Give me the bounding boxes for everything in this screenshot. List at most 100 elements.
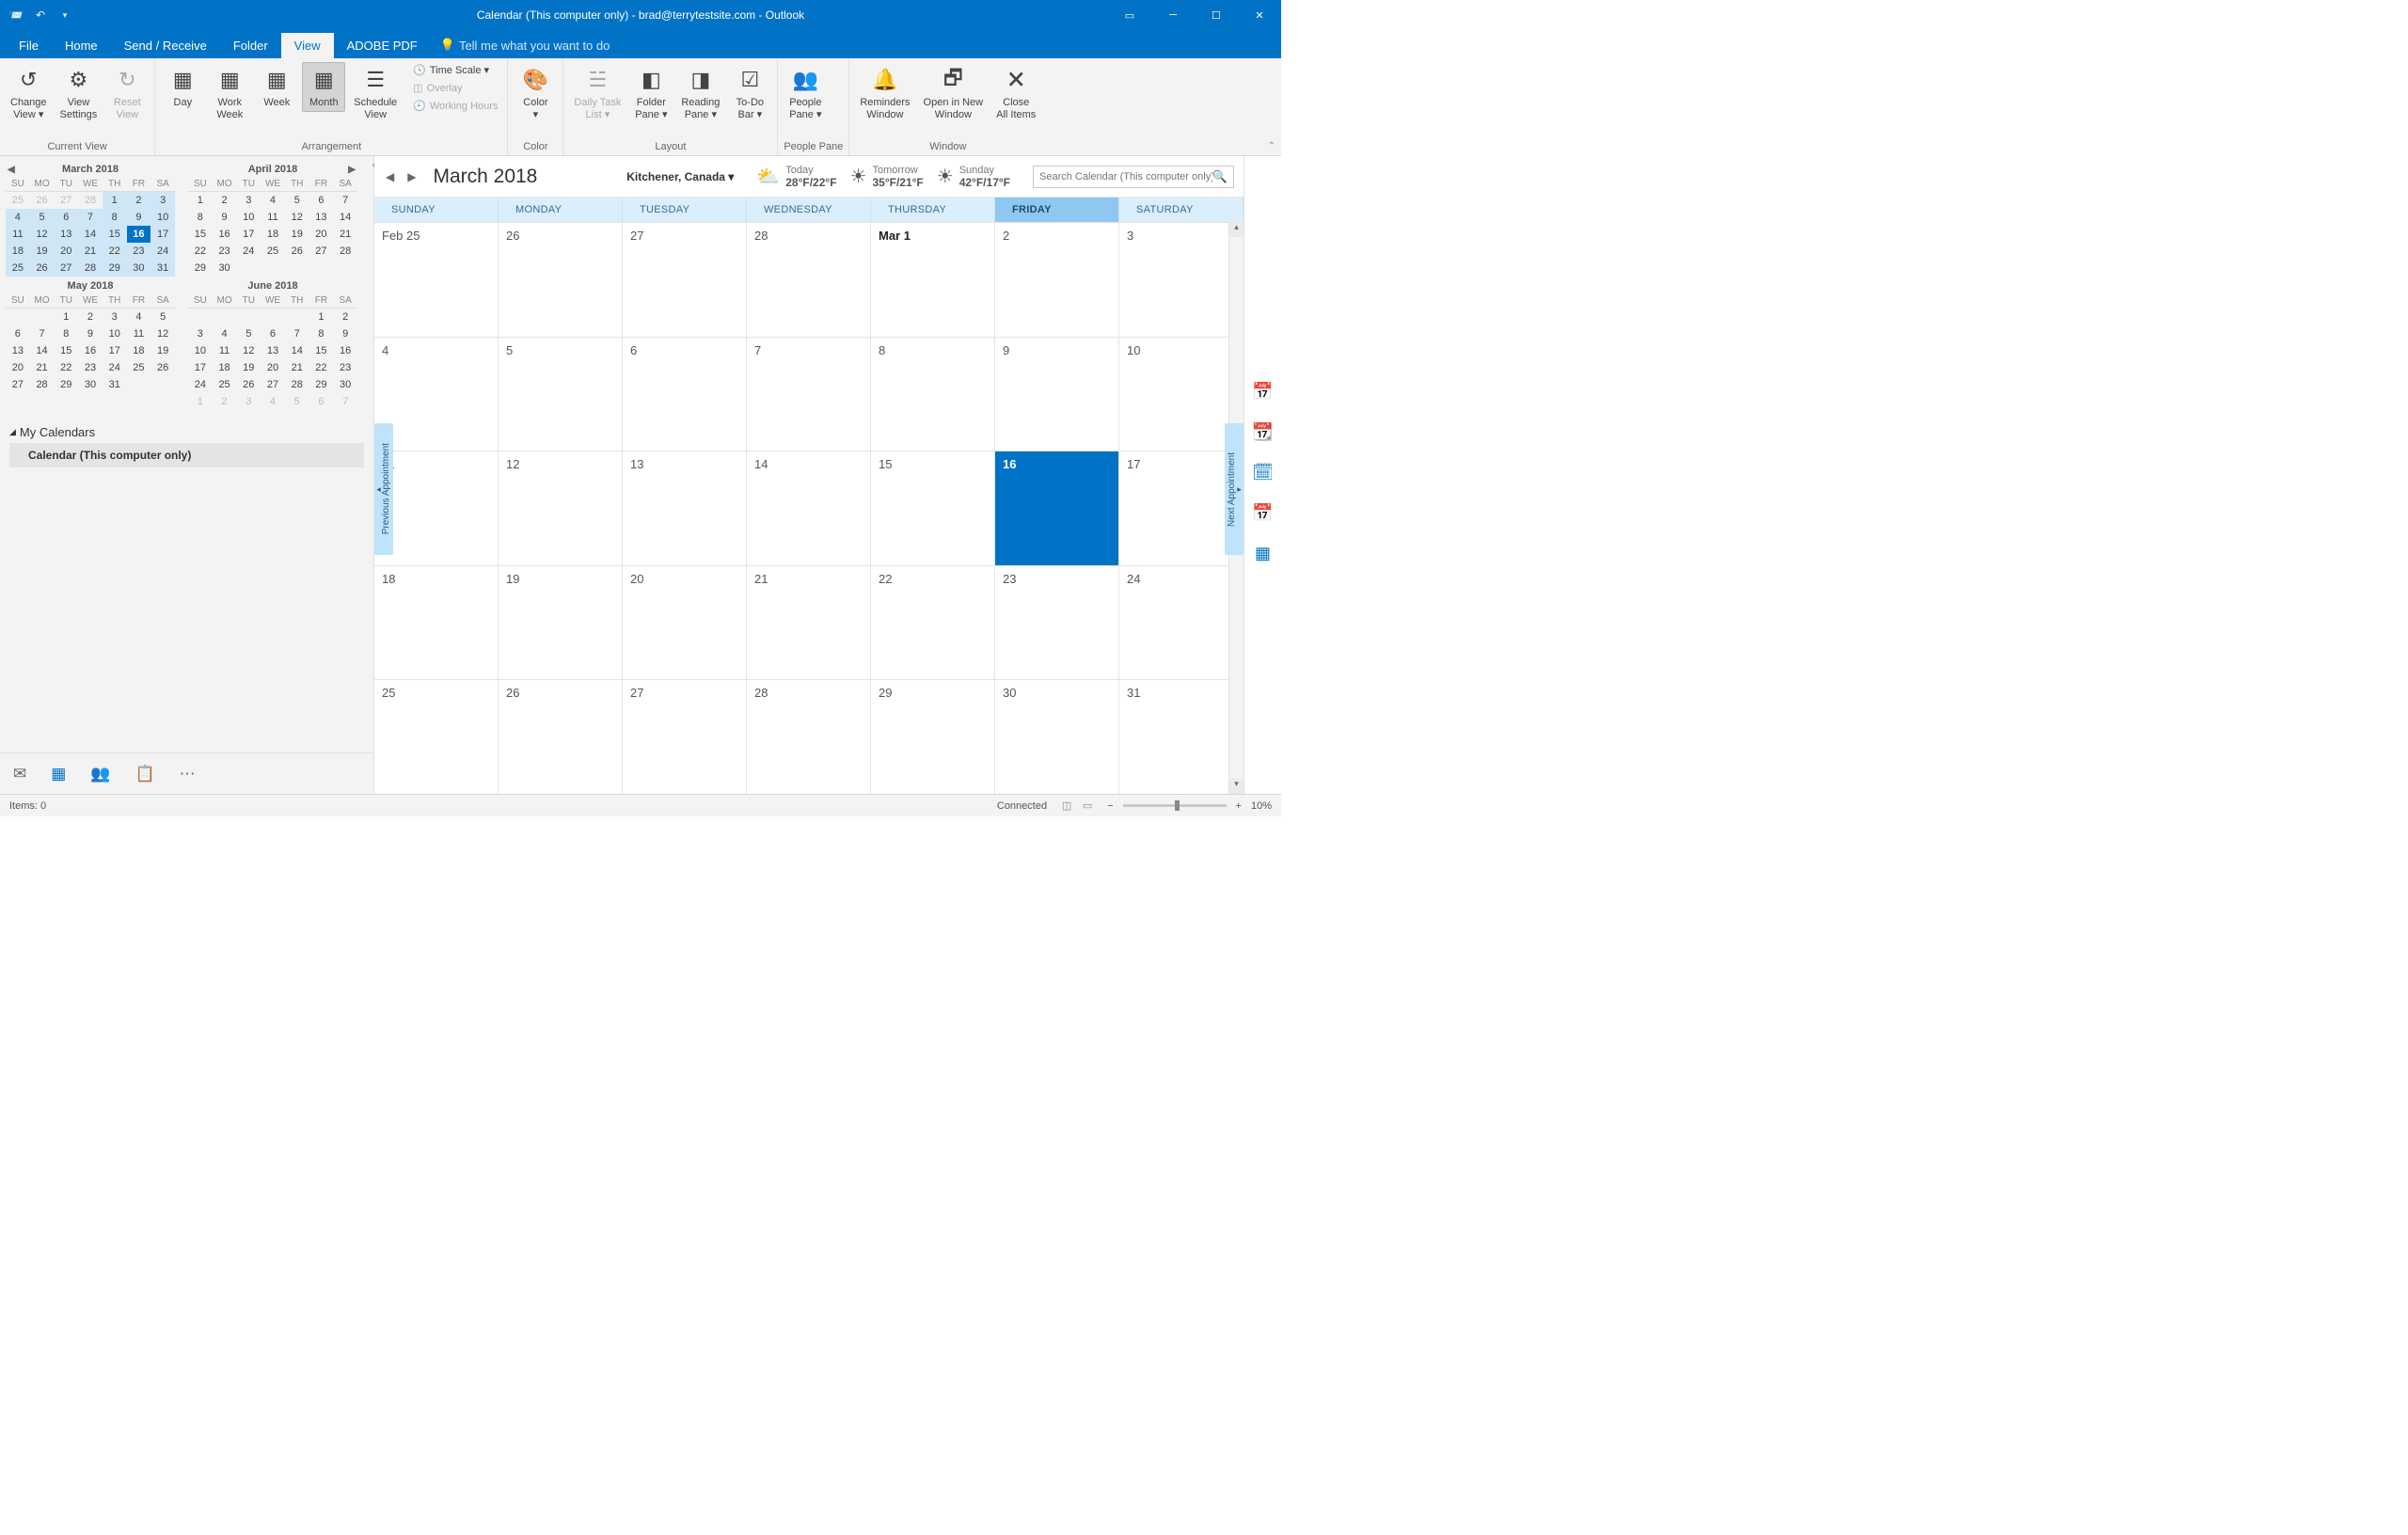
minical-day[interactable]: 5 — [285, 393, 309, 410]
minical-day[interactable]: 25 — [261, 243, 285, 260]
minical-day[interactable]: 8 — [188, 209, 213, 226]
minical-day[interactable]: 9 — [78, 325, 103, 342]
maximize-button[interactable]: ☐ — [1195, 0, 1238, 30]
minical-day[interactable]: 10 — [236, 209, 261, 226]
day-cell[interactable]: 5 — [499, 338, 623, 451]
minical-day[interactable]: 1 — [188, 393, 213, 410]
minical-day[interactable]: 9 — [127, 209, 151, 226]
day-cell[interactable]: 19 — [499, 566, 623, 680]
minical-day[interactable] — [285, 260, 309, 277]
minical-day[interactable]: 26 — [150, 359, 175, 376]
day-cell[interactable]: 24 — [1119, 566, 1244, 680]
day-cell[interactable]: 26 — [499, 680, 623, 794]
minical-day[interactable]: 6 — [54, 209, 78, 226]
day-cell[interactable]: 28 — [747, 680, 871, 794]
peek-calendar2-icon[interactable]: 📆 — [1252, 422, 1273, 442]
minical-day[interactable]: 11 — [261, 209, 285, 226]
minical-day[interactable] — [236, 309, 261, 325]
minical-day[interactable]: 11 — [6, 226, 30, 243]
minical-day[interactable]: 8 — [103, 209, 127, 226]
minical-day[interactable]: 10 — [150, 209, 175, 226]
peek-calendar4-icon[interactable]: 📅 — [1252, 503, 1273, 523]
minical-day[interactable]: 3 — [236, 393, 261, 410]
minical-day[interactable]: 30 — [78, 376, 103, 393]
minical-day[interactable]: 3 — [103, 309, 127, 325]
minical-day[interactable]: 29 — [54, 376, 78, 393]
day-cell[interactable]: 3 — [1119, 223, 1244, 337]
minical-day[interactable]: 17 — [188, 359, 213, 376]
prev-month-icon[interactable]: ◀ — [384, 170, 396, 183]
minical-day[interactable]: 5 — [236, 325, 261, 342]
minical-day[interactable]: 3 — [188, 325, 213, 342]
minical-day[interactable]: 24 — [236, 243, 261, 260]
minical-day[interactable]: 4 — [127, 309, 151, 325]
minical-day[interactable]: 18 — [213, 359, 237, 376]
minical-day[interactable]: 14 — [285, 342, 309, 359]
time-scale-button[interactable]: 🕓Time Scale ▾ — [409, 62, 501, 78]
nav-more-icon[interactable]: ⋯ — [180, 765, 196, 783]
minical-day[interactable]: 4 — [261, 393, 285, 410]
minical-day[interactable]: 21 — [333, 226, 357, 243]
open-new-window-button[interactable]: 🗗Open in New Window — [919, 62, 989, 124]
minical-day[interactable]: 12 — [30, 226, 55, 243]
minical-day[interactable] — [333, 260, 357, 277]
previous-appointment-tab[interactable]: ◂Previous Appointment — [374, 423, 393, 555]
minical-day[interactable]: 24 — [103, 359, 127, 376]
search-box[interactable]: 🔍 — [1033, 166, 1234, 188]
zoom-slider[interactable] — [1123, 804, 1227, 807]
minical-day[interactable]: 16 — [127, 226, 151, 243]
minical-day[interactable]: 30 — [127, 260, 151, 277]
minical-day[interactable]: 16 — [213, 226, 237, 243]
search-input[interactable] — [1039, 171, 1212, 182]
minical-day[interactable]: 5 — [150, 309, 175, 325]
next-appointment-tab[interactable]: Next Appointment▸ — [1225, 423, 1244, 555]
minical-day[interactable]: 24 — [150, 243, 175, 260]
minical-day[interactable]: 9 — [213, 209, 237, 226]
my-calendars-header[interactable]: ◢My Calendars — [9, 421, 364, 443]
reading-view-icon[interactable]: ▭ — [1077, 799, 1098, 812]
minical-day[interactable]: 13 — [261, 342, 285, 359]
minical-day[interactable]: 27 — [261, 376, 285, 393]
minical-day[interactable]: 25 — [127, 359, 151, 376]
reading-pane-button[interactable]: ◨Reading Pane ▾ — [676, 62, 724, 124]
minical-day[interactable]: 30 — [333, 376, 357, 393]
minical-day[interactable]: 5 — [285, 192, 309, 209]
day-cell[interactable]: 12 — [499, 451, 623, 565]
minical-day[interactable]: 14 — [333, 209, 357, 226]
minical-day[interactable]: 8 — [54, 325, 78, 342]
qat-undo-icon[interactable]: ↶ — [32, 7, 49, 24]
minical-day[interactable]: 20 — [309, 226, 334, 243]
normal-view-icon[interactable]: ◫ — [1056, 799, 1077, 812]
minical-day[interactable]: 21 — [30, 359, 55, 376]
weather-day[interactable]: ⛅Today28°F/22°F — [756, 165, 836, 189]
minical-day[interactable]: 22 — [54, 359, 78, 376]
nav-tasks-icon[interactable]: 📋 — [135, 765, 154, 783]
minical-day[interactable]: 17 — [150, 226, 175, 243]
nav-calendar-icon[interactable]: ▦ — [51, 765, 66, 783]
color-button[interactable]: 🎨Color ▾ — [514, 62, 557, 124]
minical-day[interactable]: 20 — [6, 359, 30, 376]
minical-day[interactable]: 6 — [6, 325, 30, 342]
minical-day[interactable]: 11 — [213, 342, 237, 359]
tab-send-receive[interactable]: Send / Receive — [111, 33, 220, 58]
minical-day[interactable]: 24 — [188, 376, 213, 393]
scroll-up-icon[interactable]: ▴ — [1229, 222, 1244, 237]
minical-day[interactable]: 23 — [127, 243, 151, 260]
minical-day[interactable]: 10 — [188, 342, 213, 359]
minical-day[interactable]: 2 — [127, 192, 151, 209]
minical-day[interactable]: 26 — [285, 243, 309, 260]
calendar-item[interactable]: Calendar (This computer only) — [9, 443, 364, 467]
day-cell[interactable]: 27 — [623, 680, 747, 794]
minical-day[interactable]: 31 — [150, 260, 175, 277]
minical-day[interactable]: 27 — [54, 260, 78, 277]
minical-day[interactable]: 23 — [333, 359, 357, 376]
minical-day[interactable]: 10 — [103, 325, 127, 342]
minical-day[interactable]: 19 — [30, 243, 55, 260]
day-cell[interactable]: Mar 1 — [871, 223, 995, 337]
minical-day[interactable]: 7 — [333, 393, 357, 410]
minical-day[interactable]: 21 — [285, 359, 309, 376]
minical-day[interactable]: 17 — [103, 342, 127, 359]
search-icon[interactable]: 🔍 — [1212, 169, 1228, 184]
weather-location[interactable]: Kitchener, Canada ▾ — [626, 170, 734, 183]
work-week-button[interactable]: ▦Work Week — [208, 62, 251, 124]
